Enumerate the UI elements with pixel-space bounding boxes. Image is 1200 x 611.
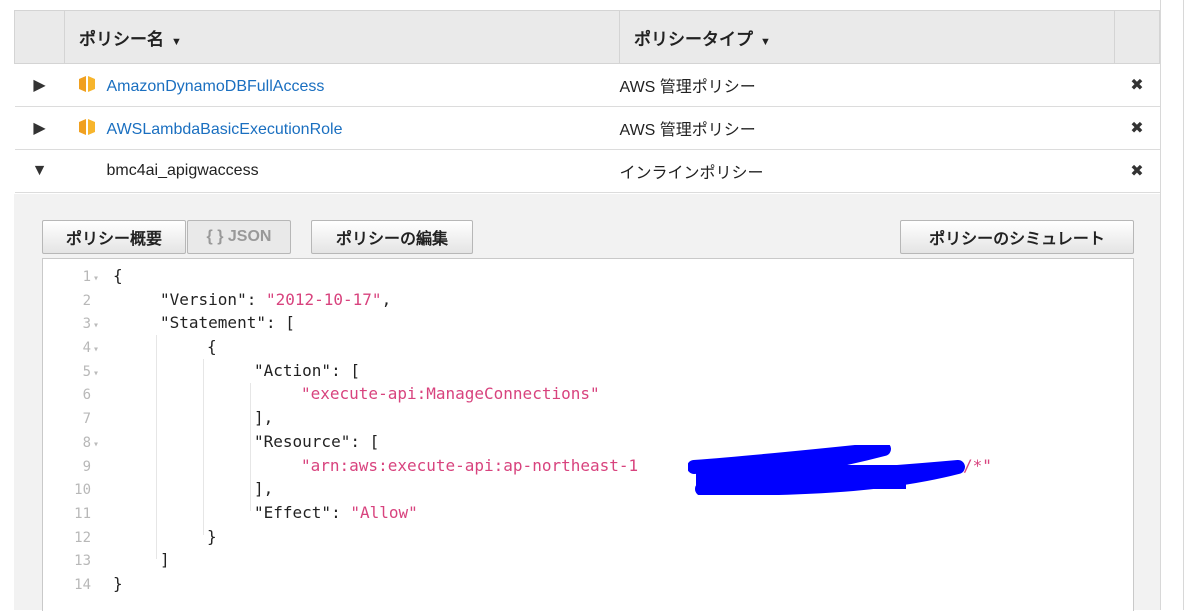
simulate-policy-button[interactable]: ポリシーのシミュレート xyxy=(900,220,1134,254)
edit-policy-button[interactable]: ポリシーの編集 xyxy=(311,220,473,254)
triangle-right-icon[interactable]: ▶ xyxy=(14,106,65,150)
triangle-down-icon[interactable]: ▼ xyxy=(14,149,65,193)
code-line: 6 "execute-api:ManageConnections" xyxy=(82,384,600,404)
code-line: 4 ▾{ xyxy=(43,335,217,359)
code-line: 13] xyxy=(74,550,170,570)
policy-name-cell: bmc4ai_apigwaccess xyxy=(64,149,620,193)
policy-name-cell: AWSLambdaBasicExecutionRole xyxy=(64,106,620,150)
header-policy-type[interactable]: ポリシータイプ ▼ xyxy=(619,10,1115,64)
code-line: 3 ▾ "Statement": [ xyxy=(43,311,295,335)
code-line: 2 "Version": "2012-10-17", xyxy=(82,289,392,309)
indent-guide xyxy=(250,383,251,511)
json-tab-button[interactable]: { } JSON xyxy=(187,220,291,254)
header-remove-col xyxy=(1114,10,1160,64)
policy-detail-panel: ポリシー概要 { } JSON ポリシーの編集 ポリシーのシミュレート 1 ▾{ … xyxy=(14,194,1160,611)
json-editor[interactable]: 1 ▾{ 2 "Version": "2012-10-17", 3 ▾ "Stateme… xyxy=(42,258,1134,611)
code-lines: 1 ▾{ 2 "Version": "2012-10-17", 3 ▾ "Stateme… xyxy=(43,264,992,596)
scrollbar-divider xyxy=(1160,0,1161,610)
code-line: 12} xyxy=(74,526,217,546)
x-icon[interactable]: ✖ xyxy=(1114,149,1160,193)
policy-type-cell: AWS 管理ポリシー xyxy=(619,63,1115,107)
policy-type-cell: AWS 管理ポリシー xyxy=(619,106,1115,150)
orange-cube-icon xyxy=(78,119,95,135)
policy-link[interactable]: AWSLambdaBasicExecutionRole xyxy=(107,121,343,138)
scrollbar-track[interactable] xyxy=(1183,0,1184,610)
code-line: 1 ▾{ xyxy=(43,264,123,288)
redaction-scribble xyxy=(688,445,965,495)
header-policy-name-label: ポリシー名 xyxy=(79,29,164,49)
caret-down-icon: ▼ xyxy=(760,35,771,48)
policy-summary-button[interactable]: ポリシー概要 xyxy=(42,220,186,254)
indent-guide xyxy=(156,335,157,559)
table-header-row: ポリシー名 ▼ ポリシータイプ ▼ xyxy=(14,10,1160,64)
table-row: ▶ AmazonDynamoDBFullAccess AWS 管理ポリシー ✖ xyxy=(14,63,1160,107)
orange-cube-icon xyxy=(78,76,95,92)
header-expand-col xyxy=(14,10,65,64)
policy-type-cell: インラインポリシー xyxy=(619,149,1115,193)
code-line: 7], xyxy=(82,408,274,428)
code-line: 8 ▾ "Resource": [ xyxy=(43,430,380,454)
header-policy-name[interactable]: ポリシー名 ▼ xyxy=(64,10,620,64)
triangle-right-icon[interactable]: ▶ xyxy=(14,63,65,107)
policy-table: ポリシー名 ▼ ポリシータイプ ▼ ▶ AmazonDynamoDBFullAcce… xyxy=(14,10,1160,193)
code-line: 14} xyxy=(74,573,123,593)
table-row: ▶ AWSLambdaBasicExecutionRole AWS 管理ポリシー… xyxy=(14,106,1160,150)
x-icon[interactable]: ✖ xyxy=(1114,106,1160,150)
policy-name-cell: AmazonDynamoDBFullAccess xyxy=(64,63,620,107)
code-line: 5 ▾ "Action": [ xyxy=(43,359,360,383)
code-line: 11 "Effect": "Allow" xyxy=(74,502,418,522)
header-policy-type-label: ポリシータイプ xyxy=(634,29,753,49)
x-icon[interactable]: ✖ xyxy=(1114,63,1160,107)
policy-name: bmc4ai_apigwaccess xyxy=(106,162,259,179)
indent-guide xyxy=(203,359,204,535)
caret-down-icon: ▼ xyxy=(171,35,182,48)
code-line: 9 "arn:aws:execute-api:ap-northeast-1/*" xyxy=(82,455,992,475)
policy-link[interactable]: AmazonDynamoDBFullAccess xyxy=(107,78,325,95)
code-line: 10], xyxy=(74,479,274,499)
table-row: ▼ bmc4ai_apigwaccess インラインポリシー ✖ xyxy=(14,149,1160,193)
